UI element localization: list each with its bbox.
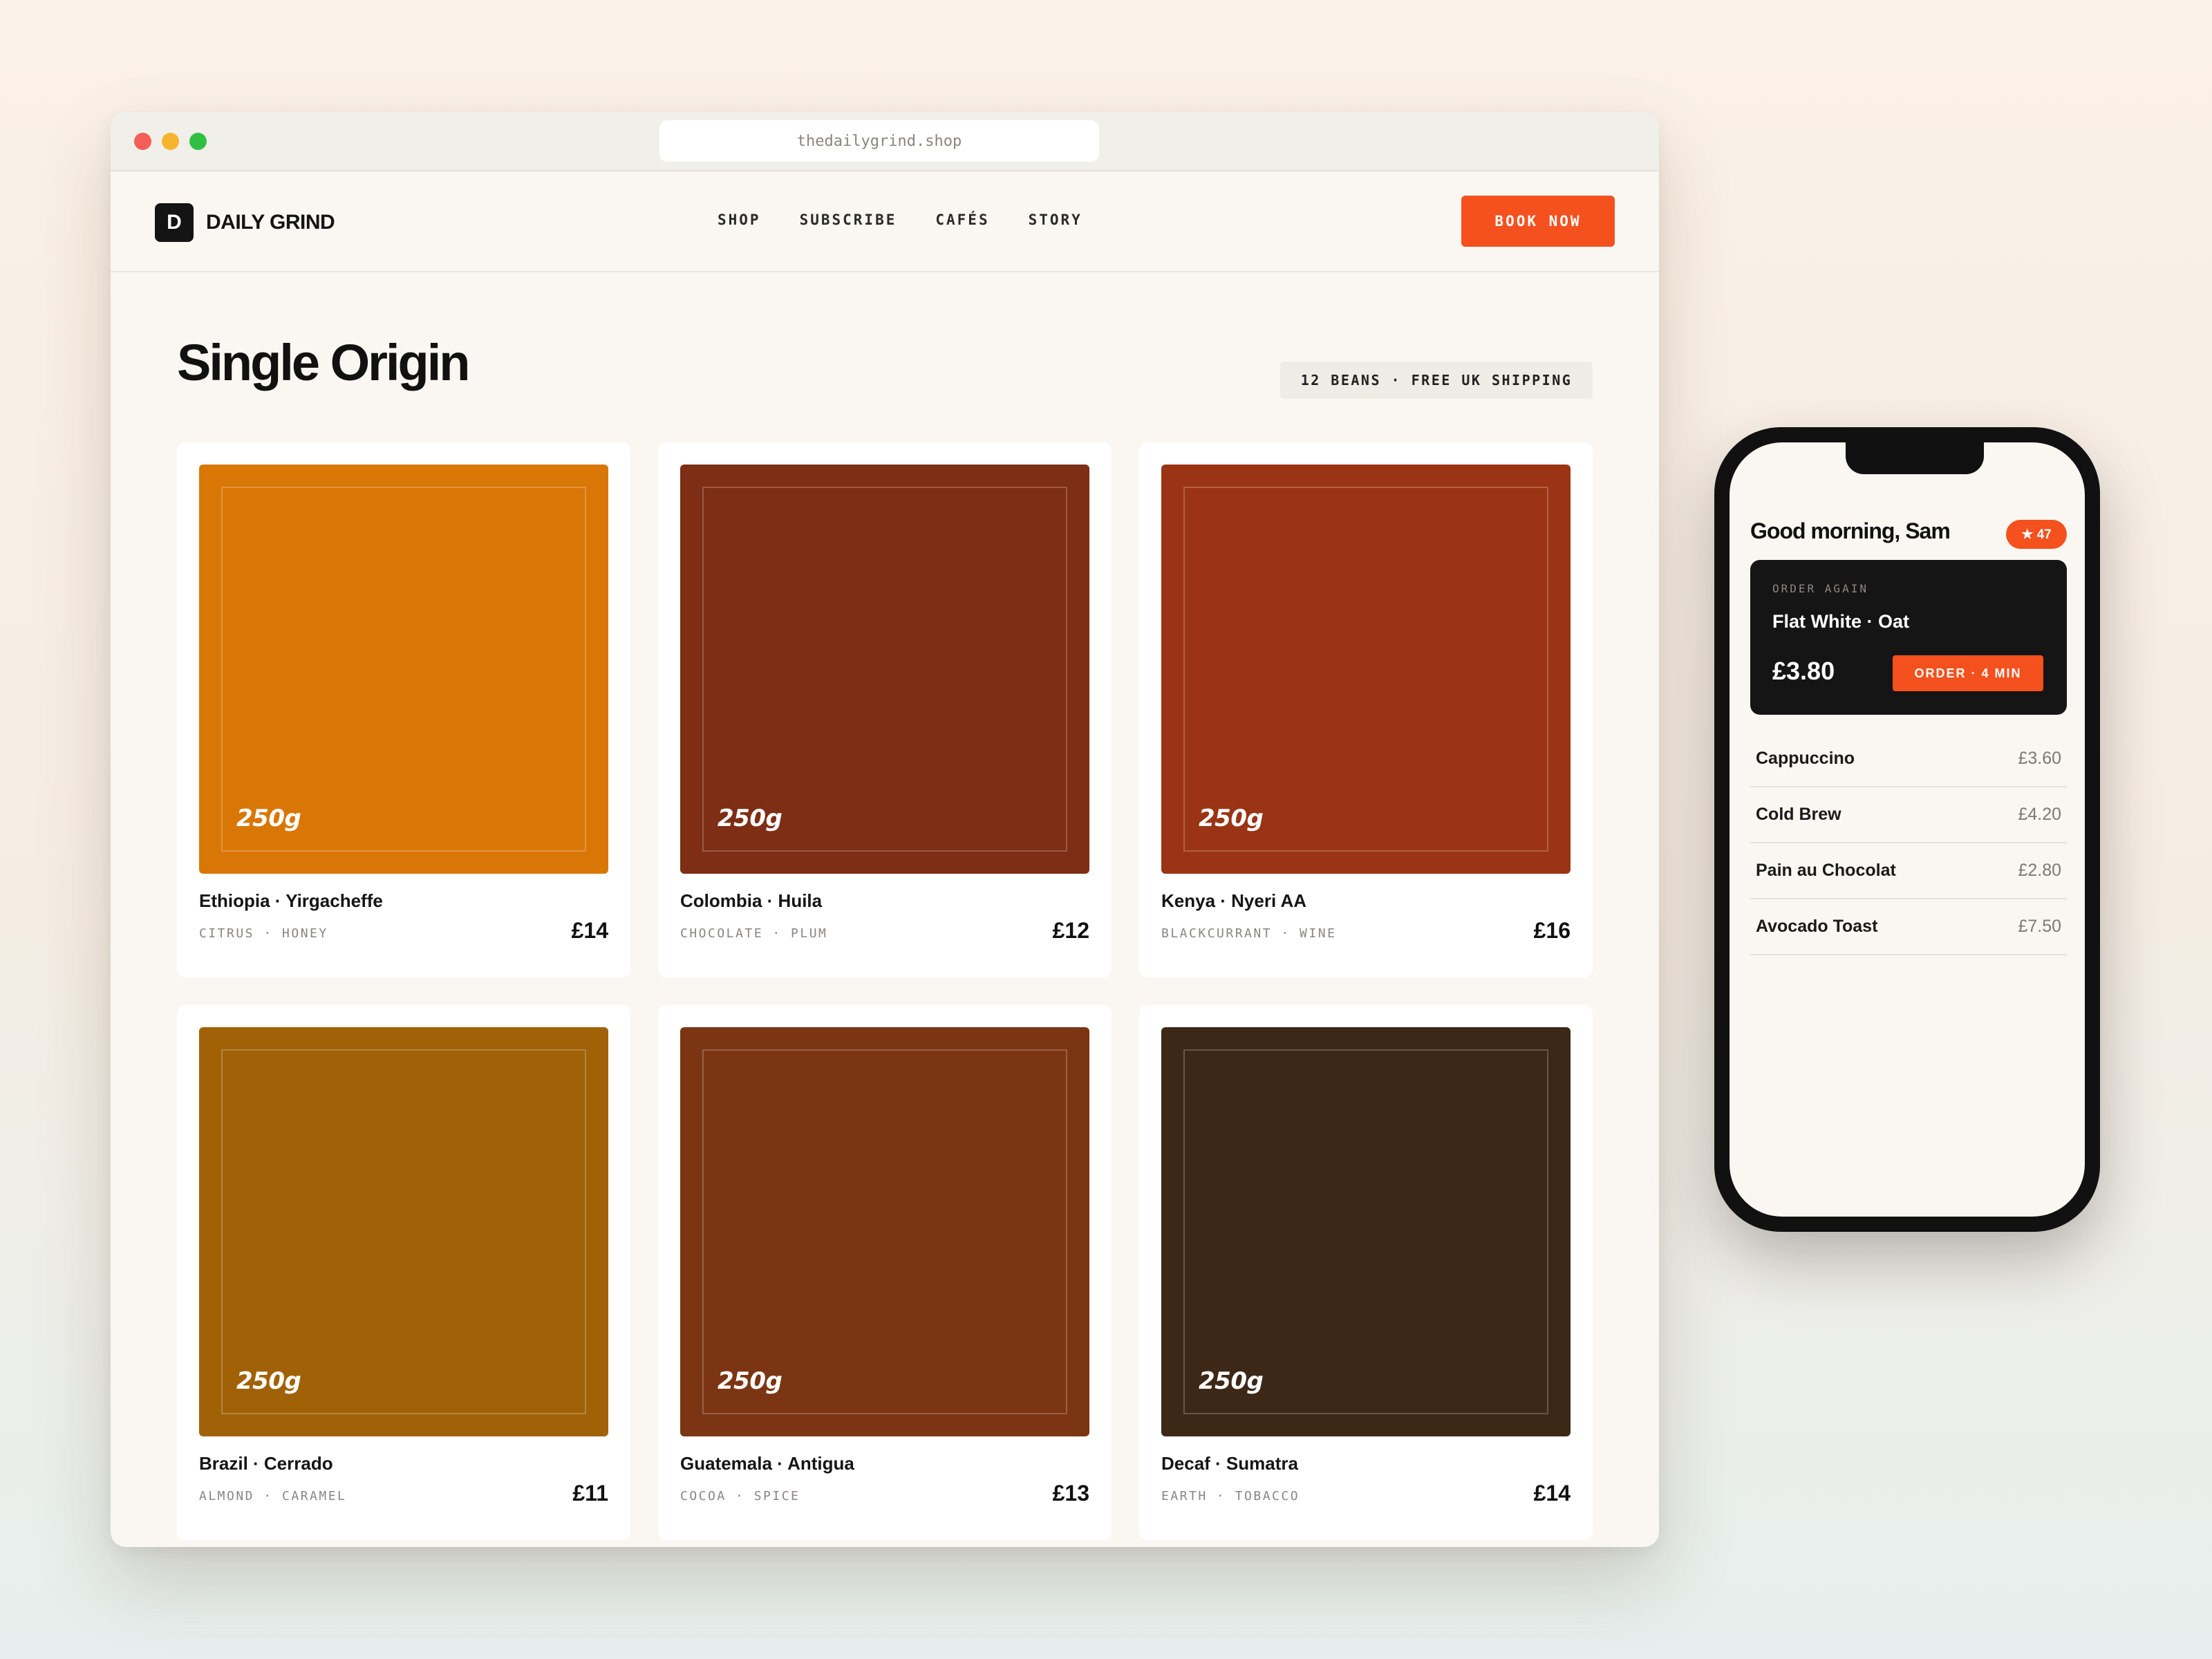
product-price: £16	[1533, 918, 1571, 943]
phone-notch	[1846, 442, 1984, 474]
product-weight: 250g	[1199, 1367, 1264, 1395]
menu-item-name: Pain au Chocolat	[1756, 861, 1896, 880]
product-name: Decaf · Sumatra	[1161, 1453, 1298, 1474]
menu-item-price: £3.60	[2018, 749, 2061, 768]
greeting: Good morning, Sam	[1750, 518, 1951, 543]
menu-item[interactable]: Pain au Chocolat £2.80	[1750, 843, 2067, 899]
menu-item-name: Cappuccino	[1756, 749, 1855, 768]
maximize-window-button[interactable]	[189, 133, 207, 150]
product-notes: COCOA · SPICE	[680, 1489, 800, 1503]
product-weight: 250g	[1199, 805, 1264, 832]
product-image-frame	[221, 1049, 586, 1414]
product-weight: 250g	[236, 1367, 301, 1395]
close-window-button[interactable]	[134, 133, 151, 150]
nav-link-story[interactable]: STORY	[1029, 212, 1082, 228]
order-again-item: Flat White · Oat	[1772, 611, 1909, 632]
product-notes: EARTH · TOBACCO	[1161, 1489, 1300, 1503]
product-price: £12	[1052, 918, 1089, 943]
product-image: 250g	[1161, 1027, 1571, 1436]
product-image-frame	[702, 487, 1067, 852]
phone-frame: Good morning, Sam ★ 47 ORDER AGAIN Flat …	[1714, 427, 2100, 1232]
product-notes: BLACKCURRANT · WINE	[1161, 926, 1337, 941]
product-card[interactable]: 250g Decaf · Sumatra EARTH · TOBACCO £14	[1139, 1005, 1593, 1540]
book-now-button[interactable]: BOOK NOW	[1461, 196, 1615, 247]
product-card[interactable]: 250g Colombia · Huila CHOCOLATE · PLUM £…	[658, 442, 1112, 977]
menu-item-name: Avocado Toast	[1756, 917, 1878, 936]
product-price: £14	[571, 918, 608, 943]
logo-mark: D	[155, 203, 194, 242]
menu-item-name: Cold Brew	[1756, 805, 1841, 824]
product-image: 250g	[199, 1027, 608, 1436]
browser-window: thedailygrind.shop D DAILY GRIND SHOP SU…	[111, 112, 1659, 1547]
product-name: Kenya · Nyeri AA	[1161, 890, 1306, 911]
product-weight: 250g	[718, 1367, 782, 1395]
menu-list: Cappuccino £3.60 Cold Brew £4.20 Pain au…	[1750, 731, 2067, 955]
order-again-label: ORDER AGAIN	[1772, 582, 1868, 595]
product-name: Ethiopia · Yirgacheffe	[199, 890, 383, 911]
minimize-window-button[interactable]	[162, 133, 179, 150]
order-button[interactable]: ORDER · 4 MIN	[1893, 655, 2043, 691]
product-weight: 250g	[236, 805, 301, 832]
menu-item-price: £2.80	[2018, 861, 2061, 880]
order-again-card: ORDER AGAIN Flat White · Oat £3.80 ORDER…	[1750, 560, 2067, 715]
site-header: D DAILY GRIND SHOP SUBSCRIBE CAFÉS STORY…	[111, 171, 1659, 272]
order-again-price: £3.80	[1772, 657, 1835, 685]
product-price: £14	[1533, 1481, 1571, 1506]
product-image-frame	[1183, 487, 1548, 852]
product-image-frame	[221, 487, 586, 852]
page-title: Single Origin	[177, 334, 470, 391]
product-image-frame	[702, 1049, 1067, 1414]
menu-item-price: £4.20	[2018, 805, 2061, 824]
product-price: £13	[1052, 1481, 1089, 1506]
browser-titlebar: thedailygrind.shop	[111, 112, 1659, 171]
product-image: 250g	[680, 465, 1089, 874]
product-image: 250g	[199, 465, 608, 874]
menu-item[interactable]: Cappuccino £3.60	[1750, 731, 2067, 787]
product-card[interactable]: 250g Brazil · Cerrado ALMOND · CARAMEL £…	[177, 1005, 630, 1540]
product-card[interactable]: 250g Guatemala · Antigua COCOA · SPICE £…	[658, 1005, 1112, 1540]
product-name: Brazil · Cerrado	[199, 1453, 333, 1474]
product-card[interactable]: 250g Ethiopia · Yirgacheffe CITRUS · HON…	[177, 442, 630, 977]
main-nav: SHOP SUBSCRIBE CAFÉS STORY	[718, 212, 1082, 228]
nav-link-shop[interactable]: SHOP	[718, 212, 761, 228]
nav-link-cafes[interactable]: CAFÉS	[935, 212, 989, 228]
nav-link-subscribe[interactable]: SUBSCRIBE	[800, 212, 897, 228]
product-name: Colombia · Huila	[680, 890, 823, 911]
logo-text: DAILY GRIND	[206, 211, 335, 234]
phone-screen: Good morning, Sam ★ 47 ORDER AGAIN Flat …	[1730, 442, 2085, 1217]
address-bar[interactable]: thedailygrind.shop	[659, 120, 1099, 162]
shipping-badge: 12 BEANS · FREE UK SHIPPING	[1280, 362, 1593, 399]
product-image: 250g	[680, 1027, 1089, 1436]
points-badge[interactable]: ★ 47	[2006, 520, 2067, 549]
menu-item[interactable]: Cold Brew £4.20	[1750, 787, 2067, 843]
product-card[interactable]: 250g Kenya · Nyeri AA BLACKCURRANT · WIN…	[1139, 442, 1593, 977]
product-notes: CHOCOLATE · PLUM	[680, 926, 828, 941]
product-image-frame	[1183, 1049, 1548, 1414]
product-price: £11	[572, 1481, 608, 1506]
menu-item[interactable]: Avocado Toast £7.50	[1750, 899, 2067, 955]
product-notes: ALMOND · CARAMEL	[199, 1489, 347, 1503]
product-notes: CITRUS · HONEY	[199, 926, 328, 941]
menu-item-price: £7.50	[2018, 917, 2061, 936]
product-name: Guatemala · Antigua	[680, 1453, 854, 1474]
product-weight: 250g	[718, 805, 782, 832]
product-image: 250g	[1161, 465, 1571, 874]
logo[interactable]: D DAILY GRIND	[155, 203, 335, 242]
